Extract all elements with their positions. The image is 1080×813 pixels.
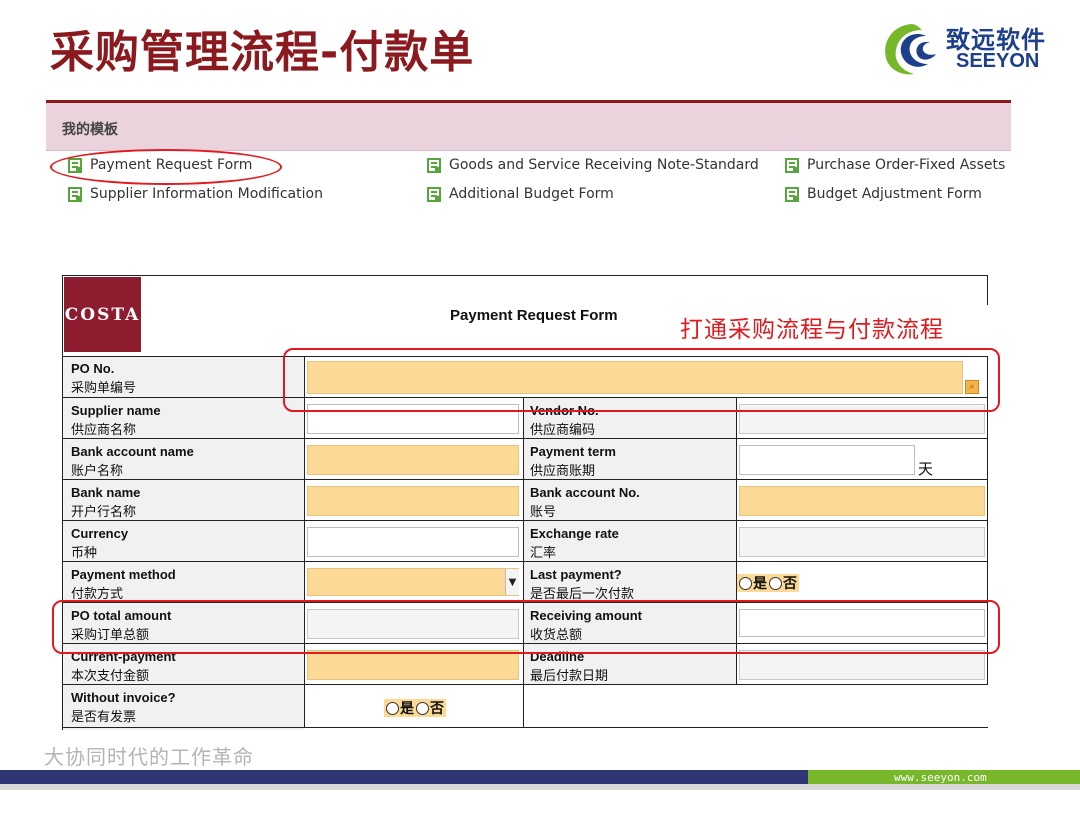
grid-line <box>62 520 988 521</box>
my-templates-panel: 我的模板 <box>46 103 1011 151</box>
costa-logo: COSTA <box>64 277 141 352</box>
footer-sub-band <box>0 784 1080 790</box>
bank-account-name-input[interactable] <box>307 445 519 475</box>
seeyon-swirl-icon <box>885 24 936 75</box>
current-payment-input[interactable] <box>307 650 519 680</box>
form-title: Payment Request Form <box>450 307 618 324</box>
supplier-name-label: Supplier name 供应商名称 <box>71 403 161 438</box>
radio-label-yes: 是 <box>753 576 767 592</box>
radio-label-no: 否 <box>783 576 797 592</box>
grid-line <box>62 438 988 439</box>
template-link-goods-receiving[interactable]: Goods and Service Receiving Note-Standar… <box>427 157 759 173</box>
last-payment-radio-group: 是 否 <box>737 574 799 592</box>
grid-line <box>62 727 988 728</box>
bank-name-input[interactable] <box>307 486 519 516</box>
template-link-additional-budget[interactable]: Additional Budget Form <box>427 186 614 202</box>
form-border <box>987 275 988 305</box>
payment-method-label: Payment method 付款方式 <box>71 567 176 602</box>
bank-account-no-label: Bank account No. 账号 <box>530 485 640 520</box>
chevron-down-icon[interactable]: ▼ <box>505 569 519 595</box>
without-invoice-yes-radio[interactable] <box>386 701 399 715</box>
document-icon <box>427 157 441 173</box>
payment-term-input[interactable] <box>739 445 915 475</box>
form-border <box>62 275 988 276</box>
radio-label-no: 否 <box>430 701 444 717</box>
annotation-text: 打通采购流程与付款流程 <box>680 317 944 343</box>
highlight-box-po-no <box>283 348 1000 412</box>
currency-label: Currency 币种 <box>71 526 129 561</box>
my-templates-title: 我的模板 <box>62 122 118 138</box>
bank-account-name-label: Bank account name 账户名称 <box>71 444 194 479</box>
without-invoice-label: Without invoice? 是否有发票 <box>71 690 176 725</box>
deadline-input[interactable] <box>739 650 985 680</box>
without-invoice-radio-group: 是 否 <box>384 699 446 717</box>
highlight-oval <box>50 149 282 185</box>
payment-term-unit: 天 <box>918 460 934 478</box>
document-icon <box>785 157 799 173</box>
grid-line <box>62 561 988 562</box>
document-icon <box>68 186 82 202</box>
po-no-label: PO No. 采购单编号 <box>71 361 137 396</box>
bank-account-no-input[interactable] <box>739 486 985 516</box>
template-link-supplier-modification[interactable]: Supplier Information Modification <box>68 186 323 202</box>
grid-line <box>62 479 988 480</box>
last-payment-no-radio[interactable] <box>769 576 782 590</box>
radio-label-yes: 是 <box>400 701 414 717</box>
slide-title: 采购管理流程-付款单 <box>50 27 475 78</box>
highlight-box-amounts <box>52 600 1000 654</box>
exchange-rate-input[interactable] <box>739 527 985 557</box>
document-icon <box>785 186 799 202</box>
template-label: Goods and Service Receiving Note-Standar… <box>449 157 759 173</box>
template-link-budget-adjustment[interactable]: Budget Adjustment Form <box>785 186 982 202</box>
template-label: Purchase Order-Fixed Assets <box>807 157 1006 173</box>
logo-text-en: SEEYON <box>956 50 1040 72</box>
payment-term-label: Payment term 供应商账期 <box>530 444 616 479</box>
exchange-rate-label: Exchange rate 汇率 <box>530 526 619 561</box>
last-payment-yes-radio[interactable] <box>739 576 752 590</box>
bank-name-label: Bank name 开户行名称 <box>71 485 141 520</box>
template-link-purchase-order-fixed-assets[interactable]: Purchase Order-Fixed Assets <box>785 157 1005 173</box>
slide-tagline: 大协同时代的工作革命 <box>44 745 254 769</box>
grid-line <box>523 397 524 728</box>
template-label: Additional Budget Form <box>449 186 614 202</box>
seeyon-logo: 致远软件 SEEYON <box>880 18 1060 82</box>
document-icon <box>427 186 441 202</box>
payment-method-select[interactable] <box>307 568 519 596</box>
template-label: Budget Adjustment Form <box>807 186 982 202</box>
currency-input[interactable] <box>307 527 519 557</box>
last-payment-label: Last payment? 是否最后一次付款 <box>530 567 635 602</box>
footer-url: www.seeyon.com <box>894 771 987 784</box>
grid-line <box>62 684 988 685</box>
template-label: Supplier Information Modification <box>90 186 323 202</box>
without-invoice-no-radio[interactable] <box>416 701 429 715</box>
